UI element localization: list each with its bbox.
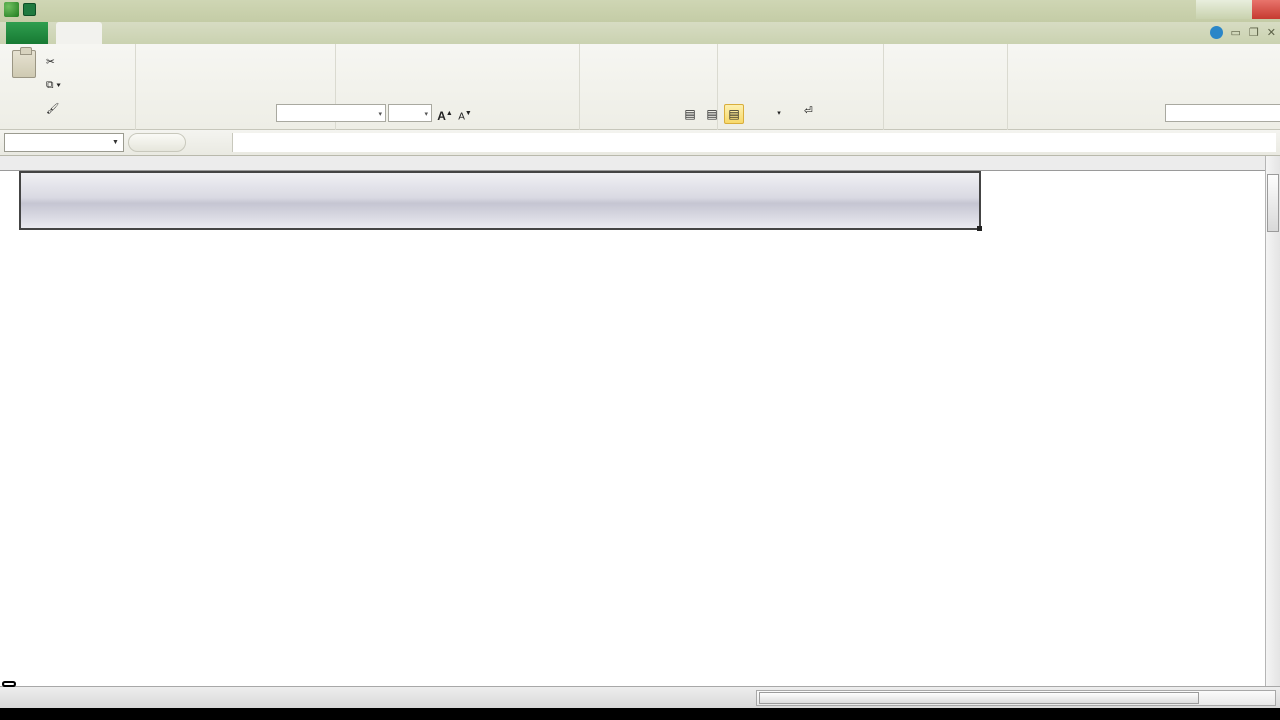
paintbrush-icon: 🖌 <box>46 103 60 115</box>
window-buttons[interactable] <box>1196 0 1280 20</box>
copy-dropdown-icon[interactable]: ▾ <box>56 79 60 91</box>
tab-review[interactable] <box>366 22 422 44</box>
cut-button[interactable]: ✂ <box>46 56 55 68</box>
copy-button[interactable]: ⧉ ▾ <box>46 79 61 92</box>
tab-home[interactable] <box>56 22 102 44</box>
excel-window: ▭ ❐ ✕ ✂ ⧉ ▾ 🖌 ▾ ▾ A▲ A▼ ▤ ▤ ▤ ▾ ⏎ ▼ <box>0 0 1280 720</box>
vertical-scrollbar[interactable] <box>1265 156 1280 686</box>
group-styles: ▾ ▾ ▾ <box>718 44 884 130</box>
minimize-button[interactable] <box>1196 0 1224 19</box>
tab-page-layout[interactable] <box>160 22 244 44</box>
ribbon: ✂ ⧉ ▾ 🖌 ▾ ▾ A▲ A▼ ▤ ▤ ▤ ▾ ⏎ <box>0 44 1280 152</box>
help-icon[interactable] <box>1209 26 1223 39</box>
paste-button[interactable] <box>4 47 44 80</box>
save-icon[interactable] <box>23 3 36 16</box>
formula-bar-buttons[interactable] <box>128 133 186 152</box>
ribbon-restore-icon[interactable]: ▭ <box>1231 26 1241 39</box>
cell-area[interactable] <box>19 171 1280 686</box>
group-number: ▾ ▾ <box>580 44 1280 145</box>
paste-icon <box>12 47 36 78</box>
tab-file[interactable] <box>6 22 48 44</box>
restore-button[interactable] <box>1224 0 1252 19</box>
worksheet-grid[interactable] <box>0 156 1280 686</box>
ribbon-right-controls[interactable]: ▭ ❐ ✕ <box>1202 26 1276 39</box>
tab-view[interactable] <box>428 22 474 44</box>
tab-formulas[interactable] <box>248 22 312 44</box>
group-font: ▾ ▾ A▲ A▼ ▾ ▾ 🖍 ▾ A ▾ <box>136 44 472 150</box>
group-editing: Σ ▾ ⬇ ▾ ⌫ ▾ ⇅ 🔍 <box>1008 44 1188 130</box>
ribbon-maximize-icon[interactable]: ❐ <box>1249 26 1259 39</box>
vertical-scroll-thumb[interactable] <box>1267 174 1279 232</box>
tab-data[interactable] <box>318 22 360 44</box>
name-box-dropdown-icon[interactable]: ▼ <box>112 139 119 146</box>
sheet-title-cell[interactable] <box>20 172 980 229</box>
formula-bar: ▼ <box>0 130 1280 156</box>
format-painter-button[interactable]: 🖌 <box>46 102 59 115</box>
close-button[interactable] <box>1252 0 1280 19</box>
horizontal-scroll-thumb[interactable] <box>759 692 1199 704</box>
ribbon-tab-bar: ▭ ❐ ✕ <box>0 22 1280 44</box>
group-clipboard: ✂ ⧉ ▾ 🖌 <box>0 44 136 130</box>
horizontal-scrollbar[interactable] <box>756 690 1276 706</box>
ribbon-close-icon[interactable]: ✕ <box>1267 26 1276 39</box>
screen-recorder-watermark <box>4 683 14 685</box>
office-orb-icon[interactable] <box>4 2 19 17</box>
group-alignment: ▤ ▤ ▤ ▾ ≡ ≡ ≡ ⇤ ⇥ ⏎ ⬓ ▾ <box>336 44 911 152</box>
title-bar <box>0 0 1280 22</box>
quick-access-toolbar[interactable] <box>4 2 44 17</box>
tab-insert[interactable] <box>108 22 154 44</box>
sheet-tab-strip[interactable] <box>0 686 1280 708</box>
scissors-icon: ✂ <box>46 56 55 68</box>
group-cells: ▾ ▾ ▾ <box>884 44 1008 130</box>
copy-icon: ⧉ <box>46 79 54 91</box>
column-headers <box>0 156 1280 171</box>
name-box[interactable] <box>4 133 124 152</box>
formula-input[interactable] <box>232 133 1276 152</box>
